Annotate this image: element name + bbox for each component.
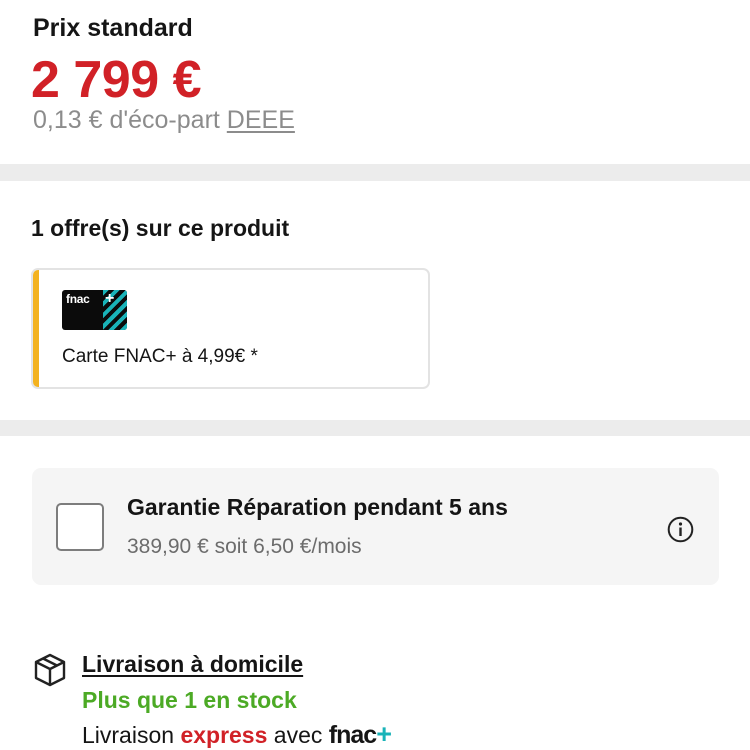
section-divider bbox=[0, 164, 750, 181]
price-section: Prix standard 2 799 € 0,13 € d'éco-part … bbox=[0, 0, 750, 164]
fnac-card-logo-plus: + bbox=[105, 290, 115, 307]
warranty-title: Garantie Réparation pendant 5 ans bbox=[127, 494, 508, 520]
stock-status: Plus que 1 en stock bbox=[82, 687, 297, 713]
deee-link[interactable]: DEEE bbox=[227, 106, 295, 134]
price-value: 2 799 € bbox=[31, 51, 202, 109]
fnac-plus-logo: fnac+ bbox=[328, 719, 392, 750]
offer-card-fnac-plus[interactable]: fnac + Carte FNAC+ à 4,99€ * bbox=[31, 268, 430, 389]
fnac-logo-text: fnac bbox=[328, 721, 377, 749]
warranty-checkbox[interactable] bbox=[56, 503, 104, 551]
eco-part-text: 0,13 € d'éco-part bbox=[33, 106, 227, 134]
price-label: Prix standard bbox=[33, 14, 193, 42]
offer-text: Carte FNAC+ à 4,99€ * bbox=[62, 346, 258, 367]
section-divider bbox=[0, 420, 750, 436]
warranty-option[interactable]: Garantie Réparation pendant 5 ans 389,90… bbox=[32, 468, 719, 585]
express-suffix: avec bbox=[267, 722, 329, 748]
info-icon[interactable] bbox=[667, 516, 694, 543]
fnac-logo-plus: + bbox=[376, 719, 392, 749]
warranty-price: 389,90 € soit 6,50 €/mois bbox=[127, 535, 362, 558]
offer-card-accent bbox=[33, 270, 39, 387]
offers-title: 1 offre(s) sur ce produit bbox=[31, 215, 290, 241]
fnac-plus-card-icon: fnac + bbox=[62, 290, 127, 330]
package-box-icon bbox=[34, 653, 66, 687]
express-word: express bbox=[180, 722, 268, 748]
express-prefix: Livraison bbox=[82, 722, 181, 748]
home-delivery-link[interactable]: Livraison à domicile bbox=[82, 651, 303, 678]
eco-part-line: 0,13 € d'éco-part DEEE bbox=[33, 106, 295, 135]
fnac-card-logo-text: fnac bbox=[66, 292, 90, 306]
express-delivery-line: Livraison express avec fnac+ bbox=[82, 719, 392, 750]
